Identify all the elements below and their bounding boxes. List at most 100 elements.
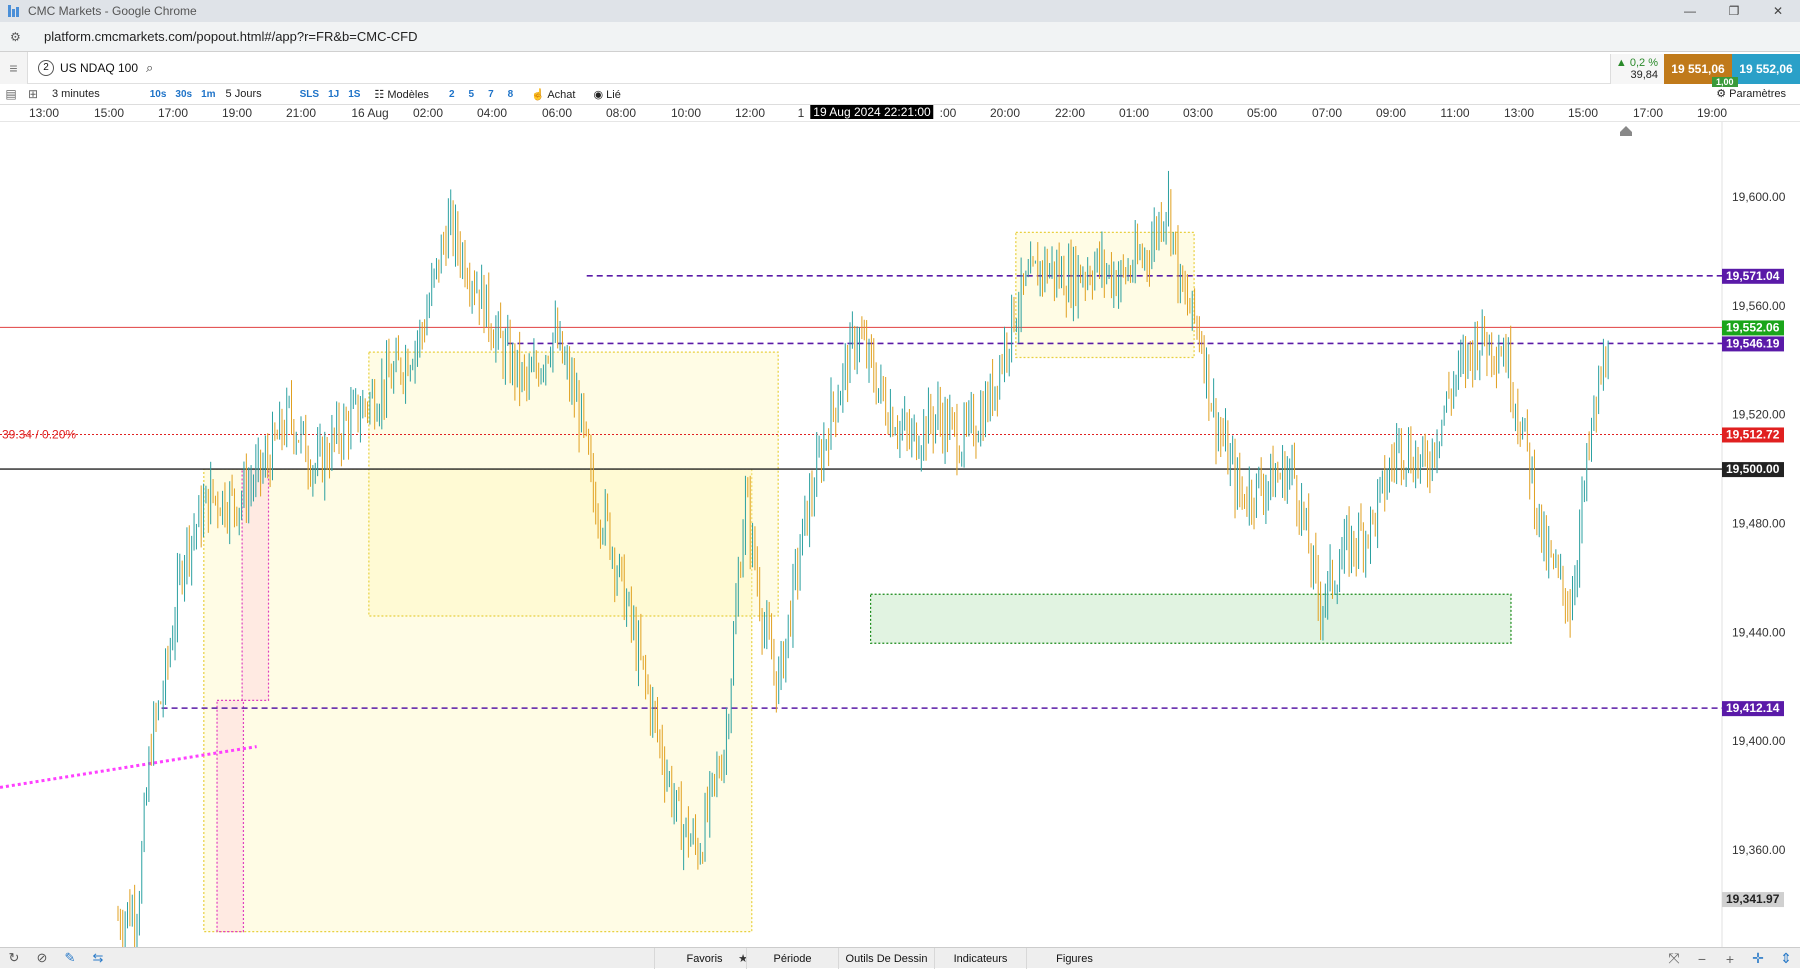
cmc-logo-icon [8,5,20,17]
bottom-toolbar: ↻ ⊘ ✎ ⇆ Favoris ★ Période Outils De Dess… [0,947,1800,969]
time-tick-label: 01:00 [1118,106,1150,120]
chart-low-tag: 19,341.97 [1726,892,1780,906]
zone-yellow [368,351,779,617]
interval-1m-button[interactable]: 1m [201,89,215,100]
layout-5-button[interactable]: 5 [469,89,475,100]
time-tick-label: 05:00 [1246,106,1278,120]
tab-periode[interactable]: Période [746,948,838,969]
range-1j-button[interactable]: 1J [328,89,339,100]
layout-grid-icon[interactable]: ⊞ [22,84,44,105]
zoom-in-icon[interactable]: + [1716,948,1744,969]
level-mid-tag: 19,546.19 [1726,336,1780,350]
tab-indicateurs[interactable]: Indicateurs [934,948,1026,969]
time-tick-label: 1 [797,106,805,120]
interval-select[interactable]: 3 minutes [52,88,100,100]
buy-price: 19 552,06 [1739,62,1793,76]
time-tick-label: 20:00 [989,106,1021,120]
fit-icon[interactable]: ⤧ [1660,948,1688,969]
minimize-icon[interactable]: — [1668,0,1712,22]
change-pct: ▲ 0,2 % [1616,57,1658,69]
time-tick-label: 03:00 [1182,106,1214,120]
instrument-name: US NDAQ 100 [60,60,139,75]
time-tick-label: 19:00 [1696,106,1728,120]
search-icon[interactable]: ⌕ [146,60,153,76]
instrument-toolbar: ≡ 2 US NDAQ 100 ⌕ ▲ 0,2 % 39,84 19 551,0… [0,51,1800,87]
tab-favoris[interactable]: Favoris ★ [654,948,754,969]
range-1s-button[interactable]: 1S [348,89,360,100]
buy-order-button[interactable]: ☝ Achat [531,88,575,101]
range-select[interactable]: 5 Jours [226,88,262,100]
settings-button[interactable]: ⚙ Paramètres [1716,87,1786,100]
level-high-tag: 19,571.04 [1726,269,1780,283]
linked-label: Lié [606,88,621,101]
buy-hand-icon: ☝ [531,88,545,101]
price-tick-label: 19,600.00 [1732,190,1786,204]
time-tick-label: 19:00 [221,106,253,120]
spread-badge: 1,00 [1712,77,1738,87]
chart-list-icon[interactable]: ▤ [0,84,22,105]
time-tick-label: 02:00 [412,106,444,120]
time-tick-label: 06:00 [541,106,573,120]
layout-8-button[interactable]: 8 [508,89,514,100]
interval-30s-button[interactable]: 30s [175,89,192,100]
expand-axis-icon[interactable]: ⇕ [1772,948,1800,969]
menu-icon[interactable]: ≡ [0,51,28,84]
time-tick-label: 17:00 [157,106,189,120]
price-tick-label: 19,520.00 [1732,408,1786,422]
url-text[interactable]: platform.cmcmarkets.com/popout.html#/app… [44,29,418,44]
settings-label: Paramètres [1729,88,1786,100]
time-tick-label: 13:00 [28,106,60,120]
sell-price: 19 551,06 [1671,62,1725,76]
models-label: Modèles [387,88,429,101]
zone-green [870,593,1512,644]
cursor-arrow-icon[interactable]: ⇆ [84,948,112,969]
price-chart[interactable]: 19,600.00 19,560.00 19,520.00 19,480.00 19,4… [0,122,1800,953]
linked-button[interactable]: ◉ Lié [593,88,620,101]
chart-canvas[interactable]: 19,600.00 19,560.00 19,520.00 19,480.00 19,4… [0,122,1800,953]
eye-icon: ◉ [593,88,604,101]
sls-button[interactable]: SLS [300,89,319,100]
time-tick-label: 22:00 [1054,106,1086,120]
restore-icon[interactable]: ❐ [1712,0,1756,22]
close-icon[interactable]: ✕ [1756,0,1800,22]
figures-label: Figures [1056,952,1093,965]
time-tick-label: 17:00 [1632,106,1664,120]
buy-button[interactable]: 19 552,06 [1732,54,1800,84]
change-box: ▲ 0,2 % 39,84 [1610,54,1664,84]
address-bar[interactable]: ⚙ platform.cmcmarkets.com/popout.html#/a… [0,22,1800,52]
sell-button[interactable]: 19 551,06 1,00 [1664,54,1738,87]
time-tick-label: 04:00 [476,106,508,120]
instrument-selector[interactable]: 2 US NDAQ 100 ⌕ [38,59,153,76]
arrow-up-icon: ▲ [1615,57,1627,69]
refresh-icon[interactable]: ↻ [0,948,28,969]
change-pct-value: 0,2 % [1629,57,1658,69]
zoom-out-icon[interactable]: − [1688,948,1716,969]
round-level-tag: 19,500.00 [1726,462,1780,476]
site-settings-icon[interactable]: ⚙ [10,30,26,44]
zone-pink [216,699,245,933]
time-tick-label: :00 [939,106,957,120]
pencil-icon[interactable]: ✎ [56,948,84,969]
level-low-tag: 19,412.14 [1726,701,1780,715]
time-tick-label: 10:00 [670,106,702,120]
time-tick-label: 13:00 [1503,106,1535,120]
time-tick-label: 12:00 [734,106,766,120]
time-axis: 13:00 15:00 17:00 19:00 21:00 16 Aug 02:00 04:0… [0,105,1800,122]
indicateurs-label: Indicateurs [953,952,1008,965]
crosshair-time-label: 19 Aug 2024 22:21:00 [810,105,934,119]
tab-figures[interactable]: Figures [1026,948,1122,969]
price-tick-label: 19,440.00 [1732,625,1786,639]
tab-outils-de-dessin[interactable]: Outils De Dessin [838,948,934,969]
crosshair-icon[interactable]: ✛ [1744,948,1772,969]
time-tick-label: 09:00 [1375,106,1407,120]
chart-toolbar: ▤ ⊞ 3 minutes 10s 30s 1m 5 Jours SLS 1J … [0,84,1800,105]
time-tick-label: 15:00 [93,106,125,120]
block-icon[interactable]: ⊘ [28,948,56,969]
models-button[interactable]: ☷ Modèles [374,88,429,101]
price-tick-label: 19,400.00 [1732,734,1786,748]
layout-2-button[interactable]: 2 [449,89,455,100]
change-abs: 39,84 [1630,69,1658,81]
interval-10s-button[interactable]: 10s [150,89,167,100]
layout-7-button[interactable]: 7 [488,89,494,100]
time-tick-label: 08:00 [605,106,637,120]
